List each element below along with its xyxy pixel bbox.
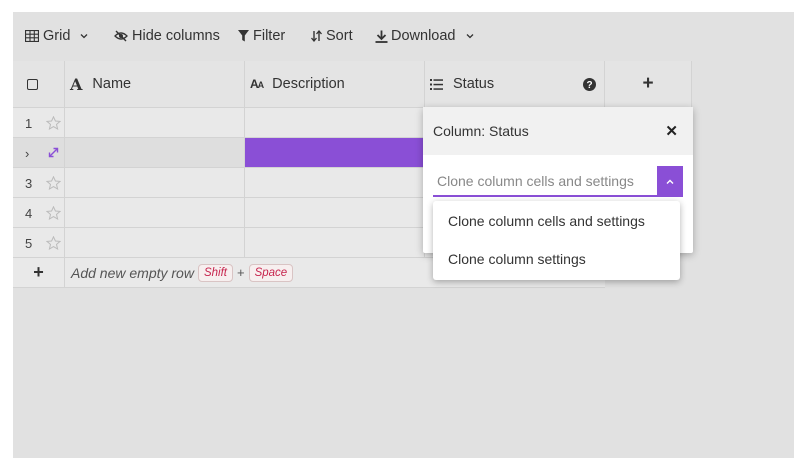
cell-description-selected[interactable] <box>245 138 425 168</box>
cell-description[interactable] <box>245 198 425 228</box>
hide-columns-label: Hide columns <box>132 28 220 44</box>
cell-name[interactable] <box>65 198 245 228</box>
option-clone-settings[interactable]: Clone column settings <box>448 251 586 267</box>
hide-columns-button[interactable]: Hide columns <box>114 12 220 60</box>
download-button[interactable]: Download <box>375 12 474 60</box>
add-row-plus: + <box>33 262 44 282</box>
svg-text:?: ? <box>586 80 592 91</box>
star-icon[interactable] <box>46 236 61 250</box>
row-number: 1 <box>25 116 33 131</box>
cell-name[interactable] <box>65 168 245 198</box>
grid-view-label: Grid <box>43 28 71 44</box>
row-header[interactable]: 4 <box>13 198 65 228</box>
clone-mode-dropdown: Clone column cells and settings Clone co… <box>433 201 680 280</box>
list-type-icon <box>430 78 443 90</box>
row-number: 3 <box>25 176 33 191</box>
add-column-plus: + <box>642 73 654 94</box>
column-name-label: Name <box>92 76 132 92</box>
row-number: 5 <box>25 236 33 251</box>
download-label: Download <box>391 28 456 44</box>
cell-description[interactable] <box>245 228 425 258</box>
download-icon <box>375 30 388 43</box>
column-header-name[interactable]: A Name <box>65 61 245 108</box>
row-expand-chevron[interactable]: › <box>25 146 29 161</box>
chevron-up-icon <box>666 179 674 184</box>
add-row-label: Add new empty row <box>71 264 194 281</box>
shift-key-badge: Shift <box>197 263 233 282</box>
cell-name[interactable] <box>65 138 245 168</box>
key-joiner: + <box>236 265 245 280</box>
row-header[interactable]: 3 <box>13 168 65 198</box>
grid-icon <box>25 30 39 42</box>
cell-name[interactable] <box>65 228 245 258</box>
help-icon[interactable]: ? <box>583 77 596 91</box>
expand-row-icon[interactable] <box>48 147 59 158</box>
column-status-label: Status <box>453 76 495 92</box>
filter-icon <box>238 30 249 42</box>
text-type-icon: A <box>70 74 83 94</box>
sort-button[interactable]: Sort <box>311 12 353 60</box>
sort-label: Sort <box>326 28 353 44</box>
chevron-down-icon <box>466 34 473 39</box>
add-row-button[interactable]: + <box>13 258 65 287</box>
space-key-badge: Space <box>248 263 294 282</box>
sort-icon <box>311 30 322 42</box>
star-icon[interactable] <box>46 116 61 130</box>
chevron-down-icon <box>80 34 88 39</box>
close-icon[interactable]: ✕ <box>665 122 678 140</box>
select-all-checkbox[interactable] <box>27 78 38 90</box>
add-column-button[interactable]: + <box>605 61 692 108</box>
filter-button[interactable]: Filter <box>238 12 285 60</box>
cell-name[interactable] <box>65 108 245 138</box>
row-number: 4 <box>25 206 33 221</box>
cell-description[interactable] <box>245 108 425 138</box>
grid-view-button[interactable]: Grid <box>25 12 88 60</box>
app-stage: Grid Hide columns Filter Sort Download A… <box>13 12 794 458</box>
filter-label: Filter <box>253 28 286 44</box>
column-header-description[interactable]: AA Description <box>245 61 425 108</box>
add-row-hint[interactable]: Add new empty row Shift + Space <box>71 258 294 287</box>
option-clone-cells-and-settings[interactable]: Clone column cells and settings <box>448 213 645 229</box>
cell-description[interactable] <box>245 168 425 198</box>
star-icon[interactable] <box>46 206 61 220</box>
column-description-label: Description <box>272 76 345 92</box>
toolbar: Grid Hide columns Filter Sort Download <box>13 12 794 60</box>
star-icon[interactable] <box>46 176 61 190</box>
clone-mode-select[interactable]: Clone column cells and settings <box>433 166 683 197</box>
popup-header: Column: Status ✕ <box>423 107 693 155</box>
long-text-type-icon: AA <box>250 77 264 91</box>
column-header-status[interactable]: Status ? <box>425 61 605 108</box>
clone-mode-value: Clone column cells and settings <box>437 173 634 189</box>
eye-slash-icon <box>114 30 128 42</box>
select-toggle-button[interactable] <box>657 166 683 197</box>
row-header[interactable]: › <box>13 138 65 168</box>
select-all-header <box>13 61 65 108</box>
row-header[interactable]: 1 <box>13 108 65 138</box>
row-header[interactable]: 5 <box>13 228 65 258</box>
popup-title: Column: Status <box>433 123 529 139</box>
